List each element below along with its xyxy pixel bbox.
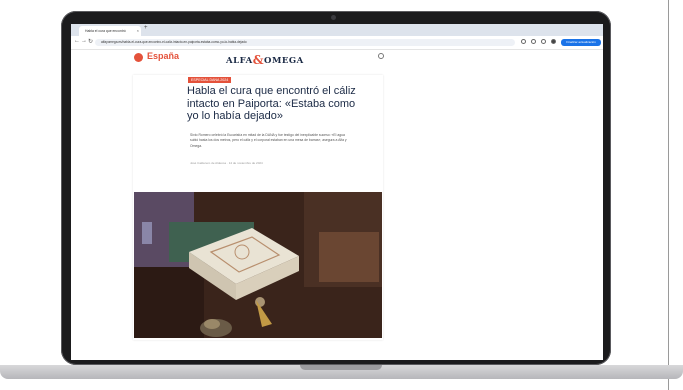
browser-tab[interactable]: Habla el cura que encontró × <box>79 26 141 36</box>
forward-button[interactable]: → <box>81 38 87 44</box>
avatar[interactable] <box>551 39 556 44</box>
site-logo[interactable]: ALFA&OMEGA <box>226 52 304 67</box>
tab-title: Habla el cura que encontró <box>85 29 126 33</box>
browser-toolbar: ← → ↻ alfayomega.es/habla-el-cura-que-en… <box>71 36 603 50</box>
section-icon <box>134 53 143 62</box>
section-link[interactable]: España <box>147 51 179 61</box>
article-kicker[interactable]: ESPECIAL DANA 2024 <box>188 77 232 83</box>
back-button[interactable]: ← <box>74 38 80 44</box>
update-button[interactable]: Finalizar actualización <box>561 39 601 46</box>
tab-close-icon[interactable]: × <box>137 26 139 36</box>
star-icon[interactable] <box>521 39 526 44</box>
site-header: España ALFA&OMEGA <box>130 50 400 67</box>
webcam <box>331 15 336 20</box>
article-lede: Sixto Romero celebró la Eucaristía en mi… <box>190 133 347 148</box>
search-icon[interactable] <box>378 53 384 59</box>
article-headline: Habla el cura que encontró el cáliz inta… <box>187 85 356 122</box>
new-tab-button[interactable]: + <box>144 25 148 31</box>
laptop-notch <box>300 365 382 370</box>
article-photo <box>134 192 382 338</box>
frame-border-line <box>668 0 669 390</box>
reload-button[interactable]: ↻ <box>88 38 93 45</box>
article-byline[interactable]: José Calderero de Aldecoa · 14 de noviem… <box>190 161 263 165</box>
browser-tab-bar: Habla el cura que encontró × + <box>71 24 603 36</box>
download-icon[interactable] <box>541 39 546 44</box>
address-bar[interactable]: alfayomega.es/habla-el-cura-que-encontro… <box>95 39 515 46</box>
extensions-icon[interactable] <box>531 39 536 44</box>
